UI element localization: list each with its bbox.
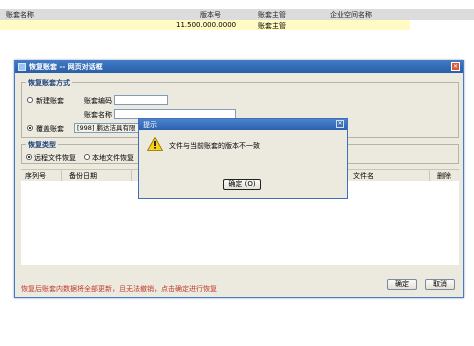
restore-type-legend: 恢复类型 [26, 140, 58, 150]
local-file-label: 本地文件恢复 [92, 154, 134, 162]
cover-account-radio[interactable] [27, 125, 33, 131]
new-account-label: 新建账套 [36, 97, 64, 105]
remote-file-label: 远程文件恢复 [34, 154, 76, 162]
col-delete: 删除 [437, 172, 451, 180]
column-divider [131, 170, 132, 181]
dialog-title: 恢复账套 -- 网页对话框 [29, 63, 103, 71]
column-divider [61, 170, 62, 181]
alert-title: 提示 [143, 121, 157, 129]
close-icon[interactable]: ✕ [451, 62, 460, 71]
alert-message: 文件与当前账套的版本不一致 [169, 142, 260, 150]
dialog-titlebar: 恢复账套 -- 网页对话框 ✕ [15, 61, 463, 73]
local-file-radio[interactable] [84, 154, 90, 160]
col-backup-date: 备份日期 [69, 172, 97, 180]
restore-mode-legend: 恢复账套方式 [26, 78, 72, 88]
alert-titlebar: 提示 ✕ [139, 119, 347, 130]
warning-icon [147, 137, 163, 151]
cancel-button[interactable]: 取消 [425, 279, 455, 290]
col-file-name: 文件名 [353, 172, 374, 180]
window-icon [18, 63, 26, 71]
list-row-extension [410, 20, 474, 30]
alert-dialog: 提示 ✕ 文件与当前账套的版本不一致 确定 (O) [138, 118, 348, 199]
list-row[interactable]: 11.500.000.0000 账套主管 [0, 20, 410, 30]
name-label: 账套名称 [84, 111, 112, 119]
row-version: 11.500.000.0000 [176, 21, 237, 29]
ok-button[interactable]: 确定 [387, 279, 417, 290]
account-code-field[interactable] [114, 95, 168, 105]
remote-file-radio[interactable] [26, 154, 32, 160]
col-version: 版本号 [200, 11, 221, 19]
col-account-name: 账套名称 [6, 11, 34, 19]
col-seq: 序列号 [25, 172, 46, 180]
alert-close-icon[interactable]: ✕ [336, 120, 344, 128]
cover-account-label: 覆盖账套 [36, 125, 64, 133]
column-divider [429, 170, 430, 181]
row-manager: 账套主管 [258, 22, 286, 30]
restore-warning: 恢复后账套内数据将全部更新，且无法撤销，点击确定进行恢复 [21, 285, 217, 293]
col-manager: 账套主管 [258, 11, 286, 19]
new-account-radio[interactable] [27, 97, 33, 103]
alert-ok-button[interactable]: 确定 (O) [223, 179, 261, 190]
col-space-name: 企业空间名称 [330, 11, 372, 19]
code-label: 账套编码 [84, 97, 112, 105]
